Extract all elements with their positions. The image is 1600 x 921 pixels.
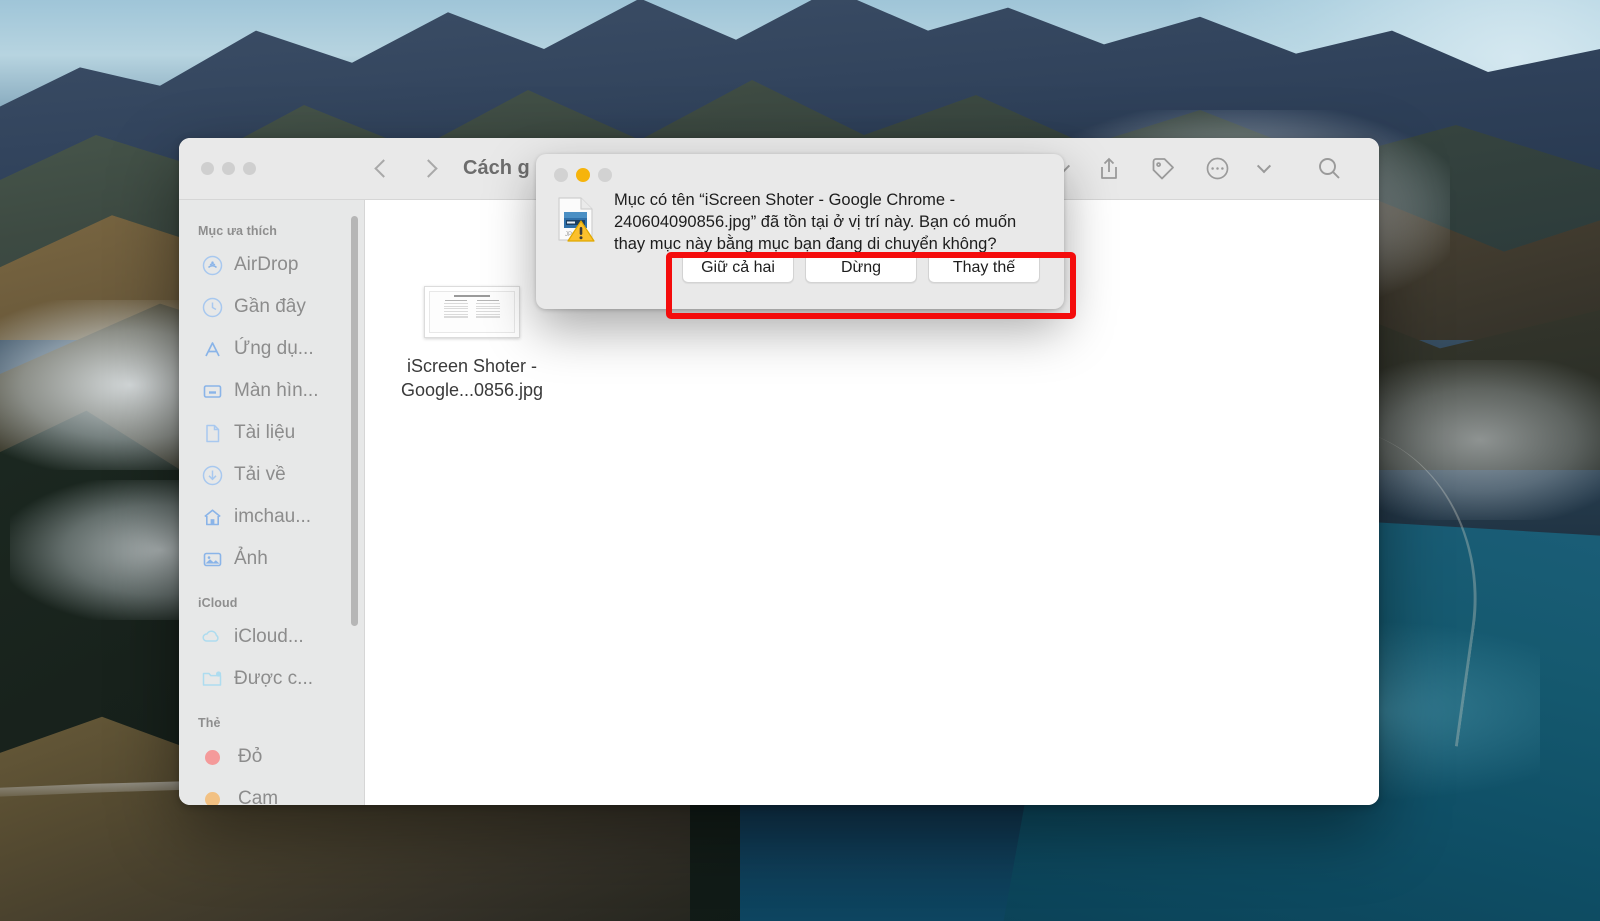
sidebar-item-label: Gần đây [234,296,306,317]
applications-icon [201,338,223,360]
sidebar-item-label: Ảnh [234,548,268,569]
file-name-label: iScreen Shoter - Google...0856.jpg [387,355,557,403]
keep-both-button[interactable]: Giữ cả hai [682,252,794,283]
airdrop-icon [201,254,223,276]
sidebar-item-tag-orange[interactable]: Cam [179,778,364,805]
replace-button[interactable]: Thay thế [928,252,1040,283]
home-icon [201,506,223,528]
navigation-arrows [374,159,438,178]
sidebar-item-label: Ứng dụ... [234,338,314,359]
stop-button[interactable]: Dừng [805,252,917,283]
finder-sidebar: Mục ưa thích AirDrop Gần đây Ứng dụ... M… [179,200,365,805]
replace-file-dialog[interactable]: JPG Mục có tên “iScreen Shoter - Google … [536,154,1064,309]
sidebar-scrollbar[interactable] [351,216,358,626]
dialog-message: Mục có tên “iScreen Shoter - Google Chro… [614,191,1017,253]
dialog-button-row: Giữ cả hai Dừng Thay thế [536,252,1064,283]
sidebar-item-downloads[interactable]: Tải về [179,454,364,496]
more-chevron-down-icon[interactable] [1256,158,1272,173]
sidebar-item-shared[interactable]: Được c... [179,658,364,700]
desktop-wallpaper: Cách g Mục ưa thích AirDrop Gần đây Ứng … [0,0,1600,921]
cloud-icon [201,626,223,648]
tag-dot-icon [205,749,220,765]
document-icon [201,422,223,444]
sidebar-item-label: Đỏ [238,746,263,767]
dialog-minimize-button[interactable] [576,168,590,182]
sidebar-item-tag-red[interactable]: Đỏ [179,736,364,778]
sidebar-section-icloud-header: iCloud [198,596,238,610]
preview-title-line [454,295,490,297]
preview-columns [444,300,500,318]
sidebar-item-label: AirDrop [234,254,299,275]
document-preview-icon [429,291,515,333]
sidebar-item-desktop[interactable]: Màn hìn... [179,370,364,412]
download-icon [201,464,223,486]
sidebar-item-documents[interactable]: Tài liệu [179,412,364,454]
close-button[interactable] [201,162,214,175]
sidebar-section-tags-header: Thẻ [198,716,221,730]
share-icon[interactable] [1097,156,1121,182]
file-name-line-1: iScreen Shoter - [406,356,538,376]
preview-column [476,300,500,318]
dialog-maximize-button[interactable] [598,168,612,182]
sidebar-item-label: iCloud... [234,626,304,647]
sidebar-item-label: Cam [238,788,279,805]
file-name-line-2: Google...0856.jpg [400,379,544,400]
forward-icon[interactable] [419,159,438,178]
sidebar-item-label: Tải về [234,464,286,485]
sidebar-item-recents[interactable]: Gần đây [179,286,364,328]
shared-folder-icon [201,668,223,690]
page-title: Cách g [463,157,530,179]
sidebar-item-label: Màn hìn... [234,380,319,401]
clock-icon [201,296,223,318]
file-item[interactable]: iScreen Shoter - Google...0856.jpg [387,286,557,403]
file-thumbnail [424,286,520,338]
sidebar-item-applications[interactable]: Ứng dụ... [179,328,364,370]
back-icon[interactable] [374,159,393,178]
sidebar-item-home[interactable]: imchau... [179,496,364,538]
tag-dot-icon [205,791,220,805]
sidebar-item-label: Được c... [234,668,314,689]
toolbar-actions [1055,155,1379,182]
window-traffic-lights [179,162,365,175]
dialog-body: JPG Mục có tên “iScreen Shoter - Google … [536,182,1064,255]
dialog-traffic-lights [536,154,1064,182]
sidebar-item-photos[interactable]: Ảnh [179,538,364,580]
jpg-file-warning-icon: JPG [554,190,602,255]
photos-icon [201,548,223,570]
preview-column [444,300,468,318]
more-options-icon[interactable] [1205,156,1230,181]
search-icon[interactable] [1316,155,1343,182]
sidebar-item-label: Tài liệu [234,422,296,443]
maximize-button[interactable] [243,162,256,175]
sidebar-item-airdrop[interactable]: AirDrop [179,244,364,286]
tag-icon[interactable] [1150,156,1176,182]
sidebar-section-favorites-header: Mục ưa thích [198,224,278,238]
sidebar-item-icloud-drive[interactable]: iCloud... [179,616,364,658]
sidebar-item-label: imchau... [234,506,312,527]
minimize-button[interactable] [222,162,235,175]
dialog-close-button[interactable] [554,168,568,182]
desktop-icon [201,380,223,402]
